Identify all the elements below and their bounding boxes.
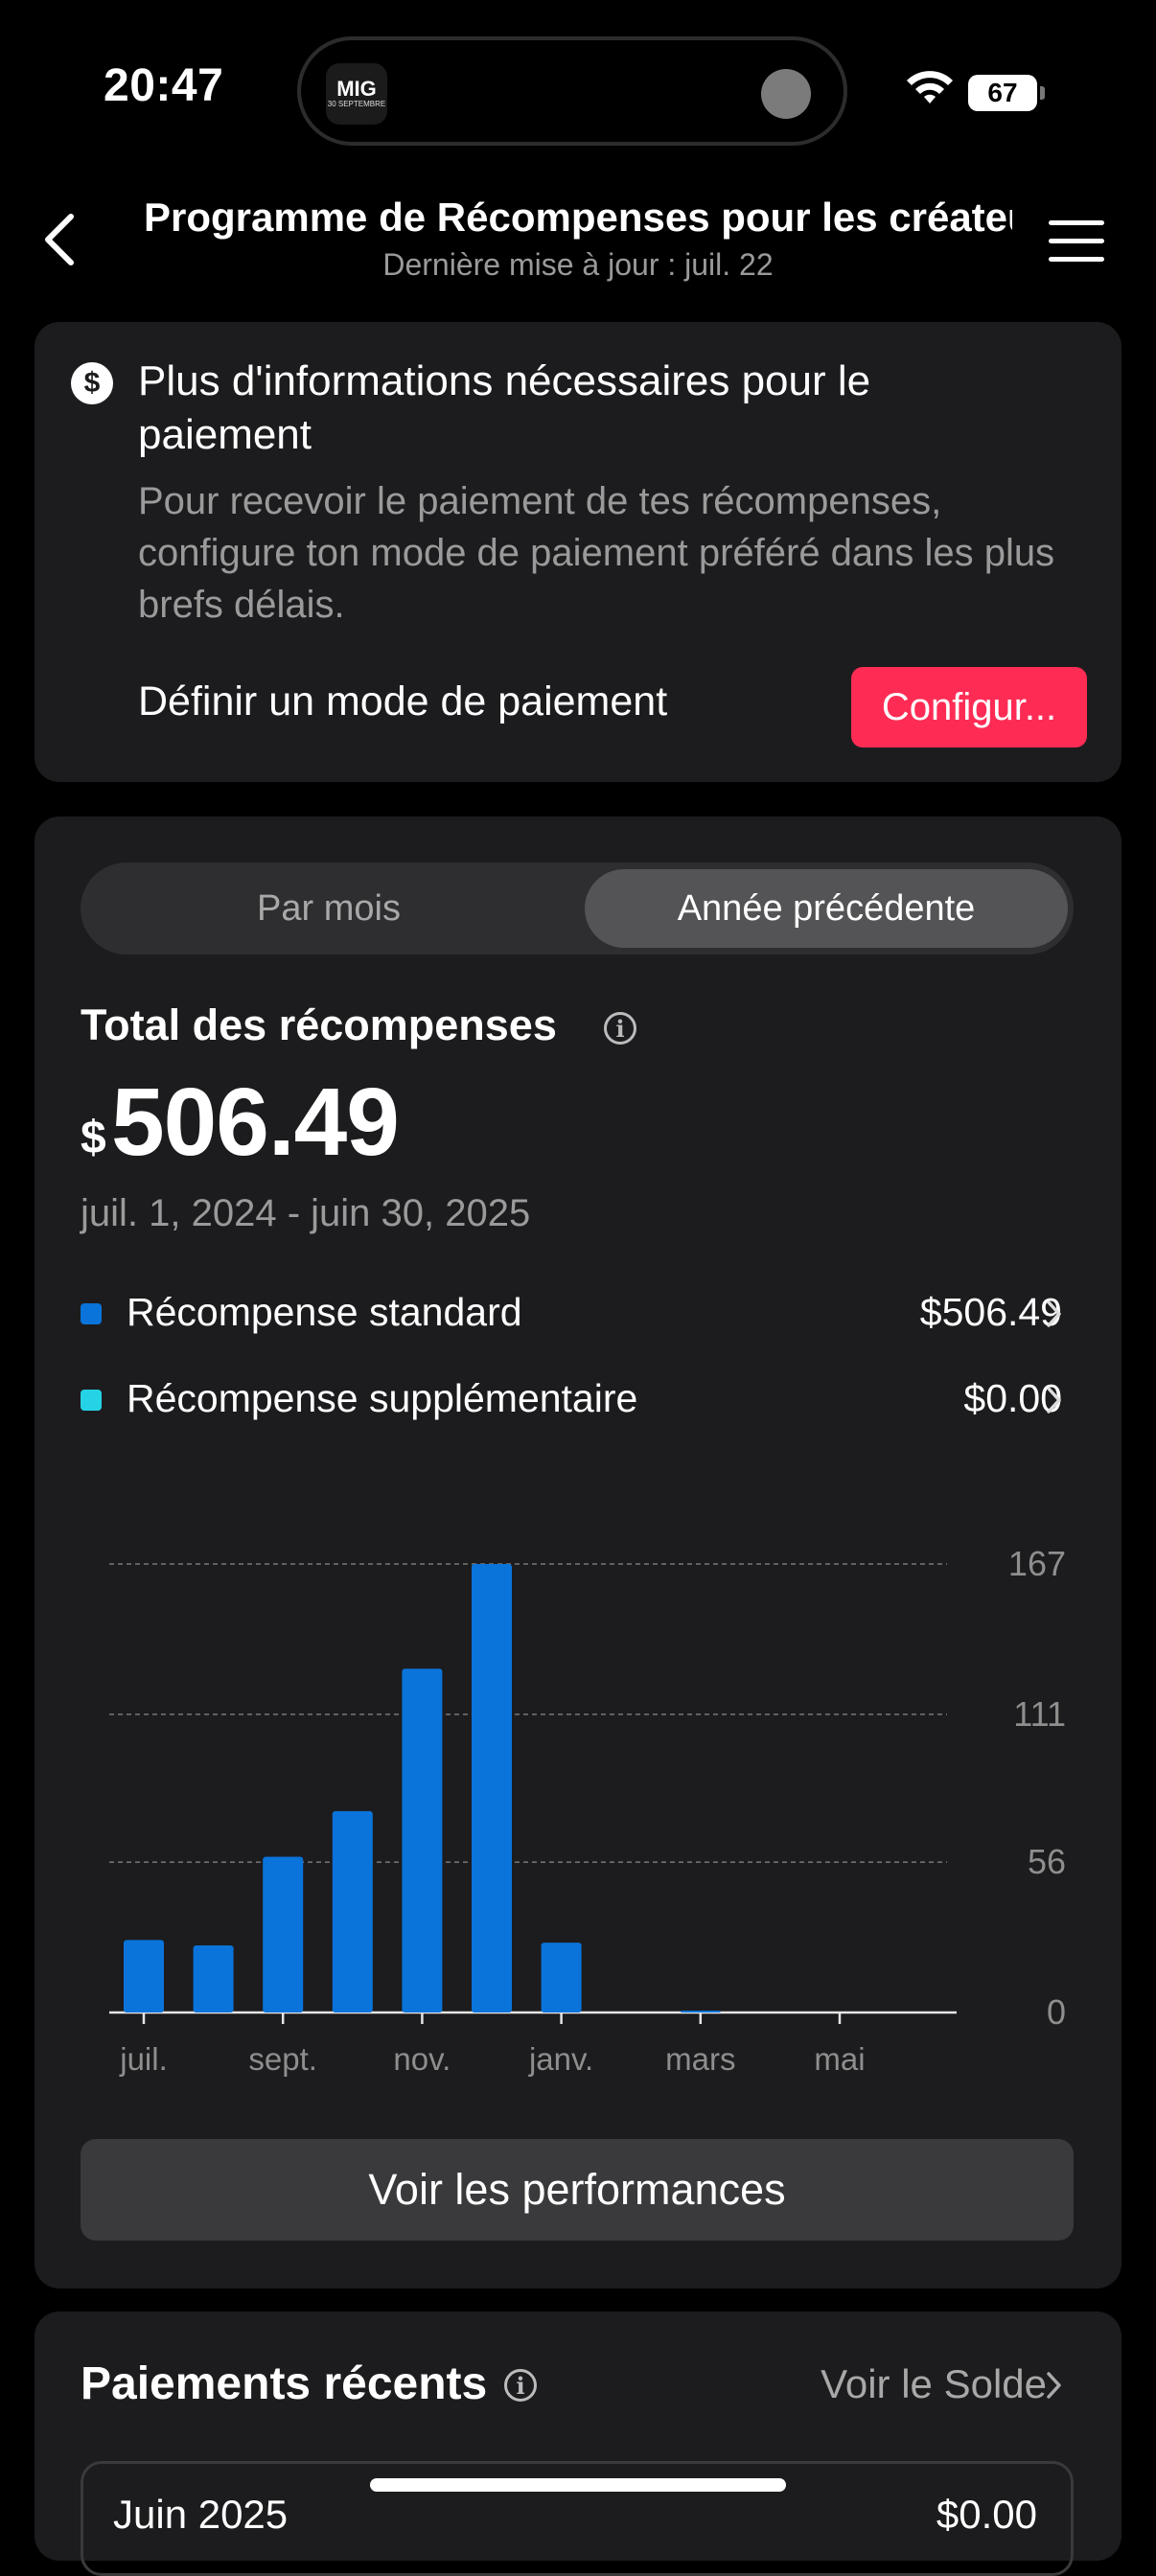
total-rewards-amount: 506.49 — [111, 1069, 400, 1176]
tab-monthly[interactable]: Par mois — [81, 862, 577, 954]
y-tick-label: 0 — [1047, 1992, 1066, 2032]
x-tick-label: mai — [814, 2041, 865, 2077]
wifi-icon — [907, 71, 953, 104]
extra-reward-label[interactable]: Récompense supplémentaire — [127, 1376, 637, 1421]
bar — [680, 2011, 721, 2012]
extra-reward-swatch — [81, 1390, 102, 1411]
hamburger-menu-icon[interactable] — [1049, 220, 1104, 263]
bar — [402, 1668, 443, 2012]
date-range: juil. 1, 2024 - juin 30, 2025 — [81, 1192, 531, 1234]
configure-payment-button[interactable]: Configur... — [851, 667, 1087, 748]
bar — [472, 1564, 512, 2012]
total-rewards-label: Total des récompenses — [81, 1000, 557, 1049]
dollar-icon: $ — [71, 362, 113, 404]
y-tick-label: 111 — [1013, 1694, 1066, 1734]
battery-indicator: 67 — [968, 75, 1037, 111]
live-activity-indicator — [761, 69, 811, 119]
y-tick-label: 167 — [1008, 1544, 1066, 1583]
info-icon[interactable]: i — [504, 2369, 537, 2402]
tab-previous-year[interactable]: Année précédente — [585, 869, 1068, 948]
bar — [541, 1943, 582, 2012]
payment-notice-title: Plus d'informations nécessaires pour le … — [138, 357, 871, 458]
x-tick-label: mars — [665, 2041, 735, 2077]
see-balance-link[interactable]: Voir le Solde — [821, 2361, 1047, 2407]
x-tick-label: nov. — [393, 2041, 451, 2077]
bar — [124, 1940, 164, 2012]
bar — [193, 1944, 234, 2012]
standard-reward-value[interactable]: $506.49 — [920, 1290, 1062, 1335]
standard-reward-label[interactable]: Récompense standard — [127, 1290, 522, 1335]
back-arrow-icon[interactable] — [40, 211, 79, 268]
x-tick-label: sept. — [248, 2041, 317, 2077]
chevron-right-icon[interactable] — [1045, 1300, 1062, 1328]
currency-symbol: $ — [81, 1113, 106, 1163]
x-tick-label: janv. — [528, 2041, 593, 2077]
last-updated: Dernière mise à jour : juil. 22 — [382, 247, 774, 282]
chevron-right-icon[interactable] — [1045, 2371, 1062, 2400]
live-activity-thumbnail: MIG 30 SEPTEMBRE — [326, 63, 387, 125]
dynamic-island: MIG 30 SEPTEMBRE — [297, 36, 847, 146]
standard-reward-swatch — [81, 1303, 102, 1324]
payment-row-date: Juin 2025 — [113, 2492, 289, 2537]
x-tick-label: juil. — [119, 2041, 168, 2077]
status-time: 20:47 — [104, 60, 224, 111]
y-tick-label: 56 — [1028, 1842, 1066, 1881]
info-icon[interactable]: i — [604, 1012, 636, 1045]
page-title: Programme de Récompenses pour les créate… — [144, 195, 1012, 240]
home-indicator — [370, 2478, 786, 2492]
rewards-bar-chart: 0 56 111 167 juil. sept. nov. janv. mars mai — [109, 1544, 1066, 2077]
bar — [263, 1856, 304, 2012]
payment-method-label: Définir un mode de paiement — [138, 678, 668, 724]
bar — [332, 1810, 373, 2012]
view-performance-button[interactable]: Voir les performances — [81, 2139, 1074, 2241]
chevron-right-icon[interactable] — [1045, 1386, 1062, 1414]
battery-tip — [1040, 86, 1045, 100]
payment-row-value: $0.00 — [936, 2492, 1037, 2537]
payment-notice-body: Pour recevoir le paiement de tes récompe… — [138, 480, 1055, 626]
recent-payments-title: Paiements récents — [81, 2358, 488, 2409]
